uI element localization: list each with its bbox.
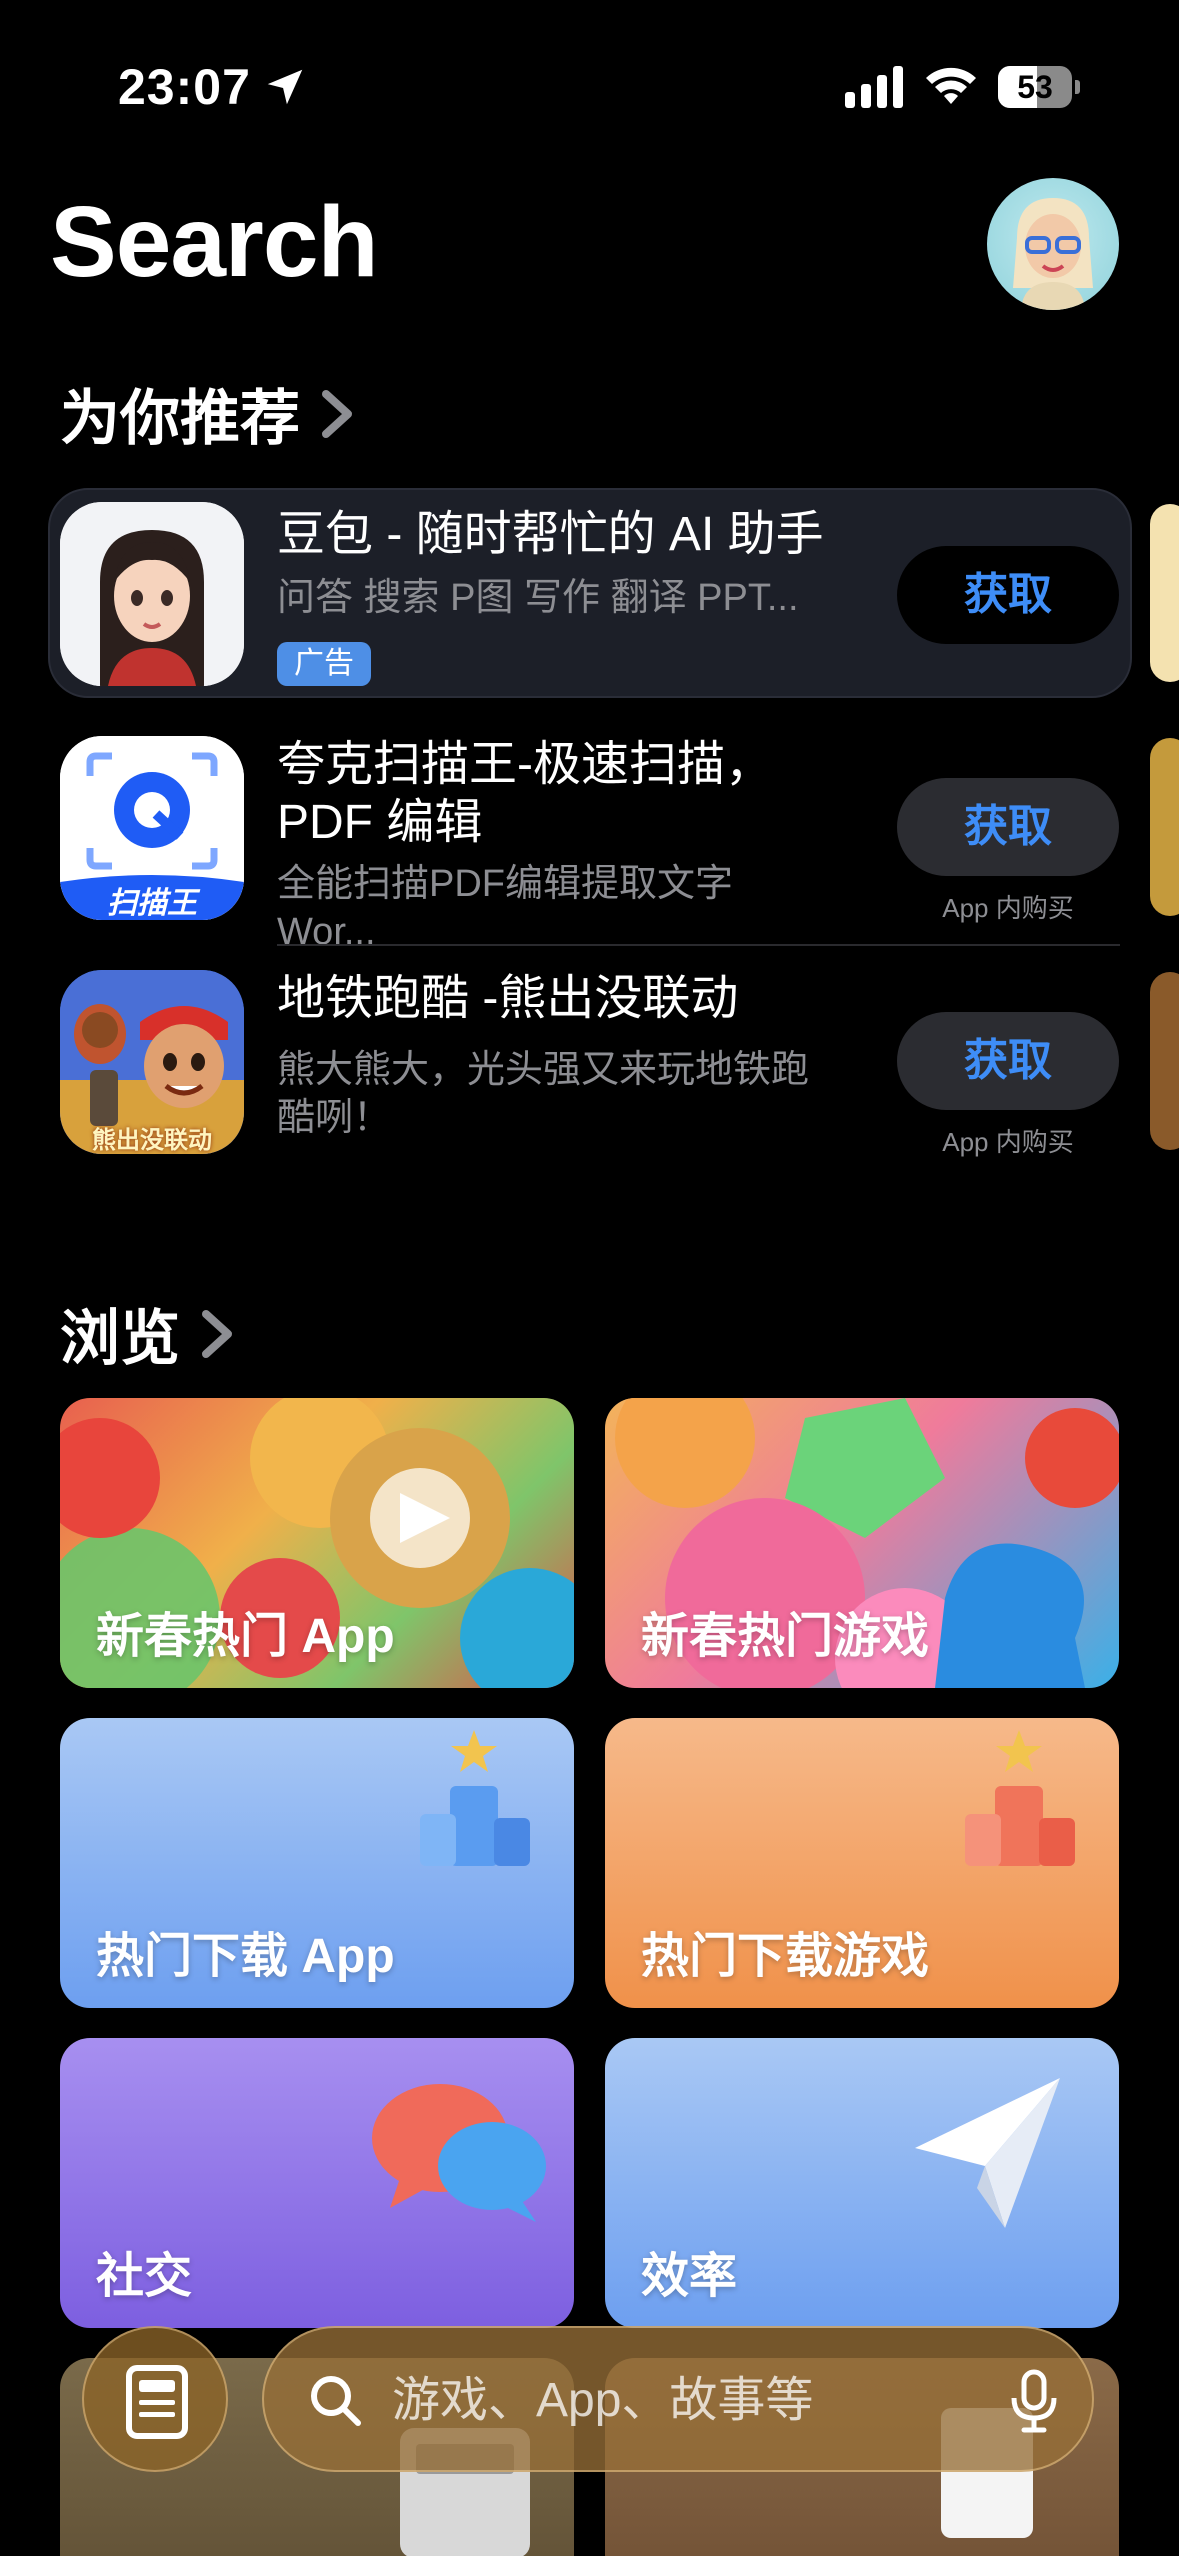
battery-percent: 53	[1017, 69, 1053, 105]
app-subtitle-line-1: 熊大熊大，光头强又来玩地铁跑	[277, 1049, 810, 1091]
search-icon	[311, 2376, 361, 2426]
ad-badge: 广告	[277, 642, 371, 686]
in-app-purchase-note: App 内购买	[942, 893, 1074, 923]
browse-header[interactable]: 浏览	[60, 1290, 236, 1377]
tile-label: 效率	[641, 2250, 738, 2303]
list-item[interactable]: 豆包 - 随时帮忙的 AI 助手 问答 搜索 P图 写作 翻译 PPT... 广…	[60, 502, 1120, 686]
in-app-purchase-note: App 内购买	[942, 1127, 1074, 1157]
cellular-signal-icon	[845, 66, 903, 108]
quark-scanner-app-icon: 扫描王	[60, 736, 244, 920]
app-name: 豆包 - 随时帮忙的 AI 助手	[277, 508, 824, 561]
today-tab-button[interactable]	[82, 2326, 228, 2472]
subway-surfers-app-icon: 熊出没联动	[60, 970, 244, 1154]
search-bar[interactable]: 游戏、App、故事等	[262, 2326, 1094, 2472]
battery-indicator: 53	[998, 66, 1080, 108]
app-name: 地铁跑酷 -熊出没联动	[277, 972, 739, 1025]
browse-tile[interactable]: 热门下载 App	[60, 1718, 574, 2008]
app-icon-text: 扫描王	[107, 887, 197, 920]
status-time: 23:07	[118, 59, 251, 115]
app-subtitle: 问答 搜索 P图 写作 翻译 PPT...	[277, 577, 799, 619]
get-button[interactable]: 获取	[897, 546, 1119, 644]
browse-tile[interactable]: 新春热门游戏	[605, 1398, 1119, 1688]
tile-label: 社交	[96, 2250, 193, 2303]
page-title: Search	[50, 186, 379, 298]
today-icon	[126, 2365, 188, 2439]
divider	[277, 944, 1120, 946]
avatar[interactable]	[987, 178, 1119, 310]
browse-tile[interactable]: 新春热门 App	[60, 1398, 574, 1688]
get-button[interactable]: 获取	[897, 778, 1119, 876]
list-item[interactable]: 扫描王 夸克扫描王-极速扫描， PDF 编辑 全能扫描PDF编辑提取文字 Wor…	[60, 736, 1120, 953]
recommended-header[interactable]: 为你推荐	[60, 370, 356, 457]
doubao-app-icon	[60, 502, 244, 686]
tile-label: 新春热门游戏	[641, 1610, 930, 1663]
memoji-icon	[1013, 198, 1093, 310]
chevron-right-icon	[322, 389, 352, 438]
recommended-title: 为你推荐	[60, 385, 300, 452]
tile-label: 热门下载游戏	[641, 1930, 930, 1983]
app-icon-text: 熊出没联动	[92, 1127, 212, 1154]
browse-tile[interactable]: 社交	[60, 2038, 574, 2328]
list-item[interactable]: 熊出没联动 地铁跑酷 -熊出没联动 熊大熊大，光头强又来玩地铁跑 酷咧！ 获取 …	[60, 970, 1120, 1157]
wifi-icon	[926, 67, 976, 104]
browse-tile[interactable]: 热门下载游戏	[605, 1718, 1119, 2008]
chevron-right-icon	[202, 1309, 232, 1358]
next-card-peek	[1150, 972, 1179, 1150]
next-card-peek	[1150, 738, 1179, 916]
get-button[interactable]: 获取	[897, 1012, 1119, 1110]
microphone-icon[interactable]	[1004, 2368, 1064, 2434]
app-subtitle: 全能扫描PDF编辑提取文字 Wor...	[277, 863, 734, 953]
app-subtitle-line-2: 酷咧！	[277, 1097, 392, 1139]
search-input[interactable]: 游戏、App、故事等	[392, 2328, 813, 2474]
location-arrow-icon	[267, 69, 303, 105]
app-name-line-1: 夸克扫描王-极速扫描，	[277, 738, 773, 791]
app-name-line-2: PDF 编辑	[277, 796, 483, 849]
browse-title: 浏览	[60, 1305, 180, 1372]
tile-label: 热门下载 App	[96, 1930, 395, 1983]
browse-tile[interactable]: 效率	[605, 2038, 1119, 2328]
tile-label: 新春热门 App	[96, 1610, 395, 1663]
next-card-peek	[1150, 504, 1179, 682]
